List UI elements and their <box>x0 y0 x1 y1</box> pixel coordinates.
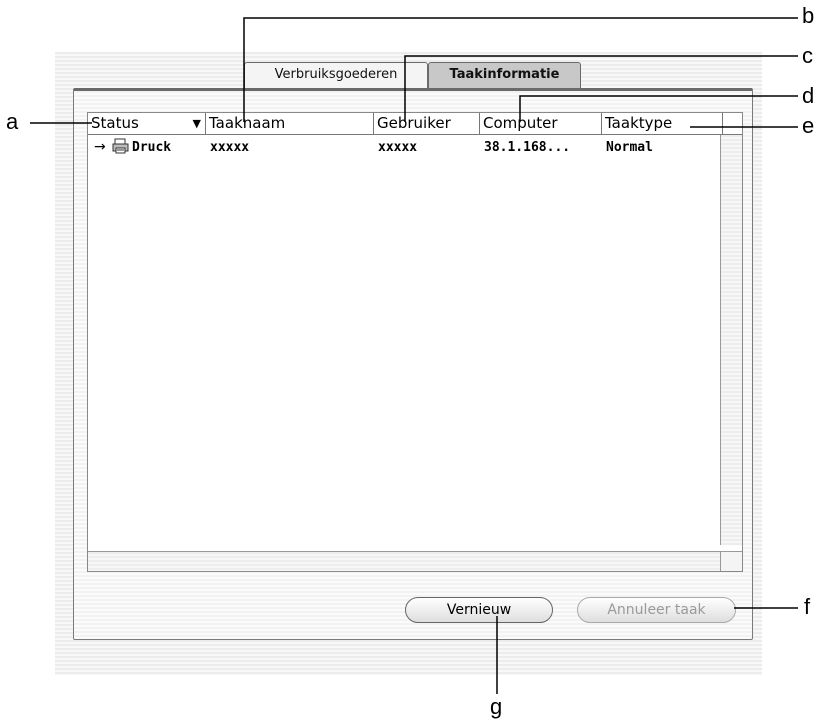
callout-lines <box>30 17 798 694</box>
callout-e: e <box>802 113 815 138</box>
callout-c: c <box>802 43 813 68</box>
callout-b: b <box>802 3 815 28</box>
callout-f: f <box>804 594 811 619</box>
callout-d: d <box>802 83 815 108</box>
callout-a: a <box>6 109 19 134</box>
callout-g: g <box>490 694 503 719</box>
